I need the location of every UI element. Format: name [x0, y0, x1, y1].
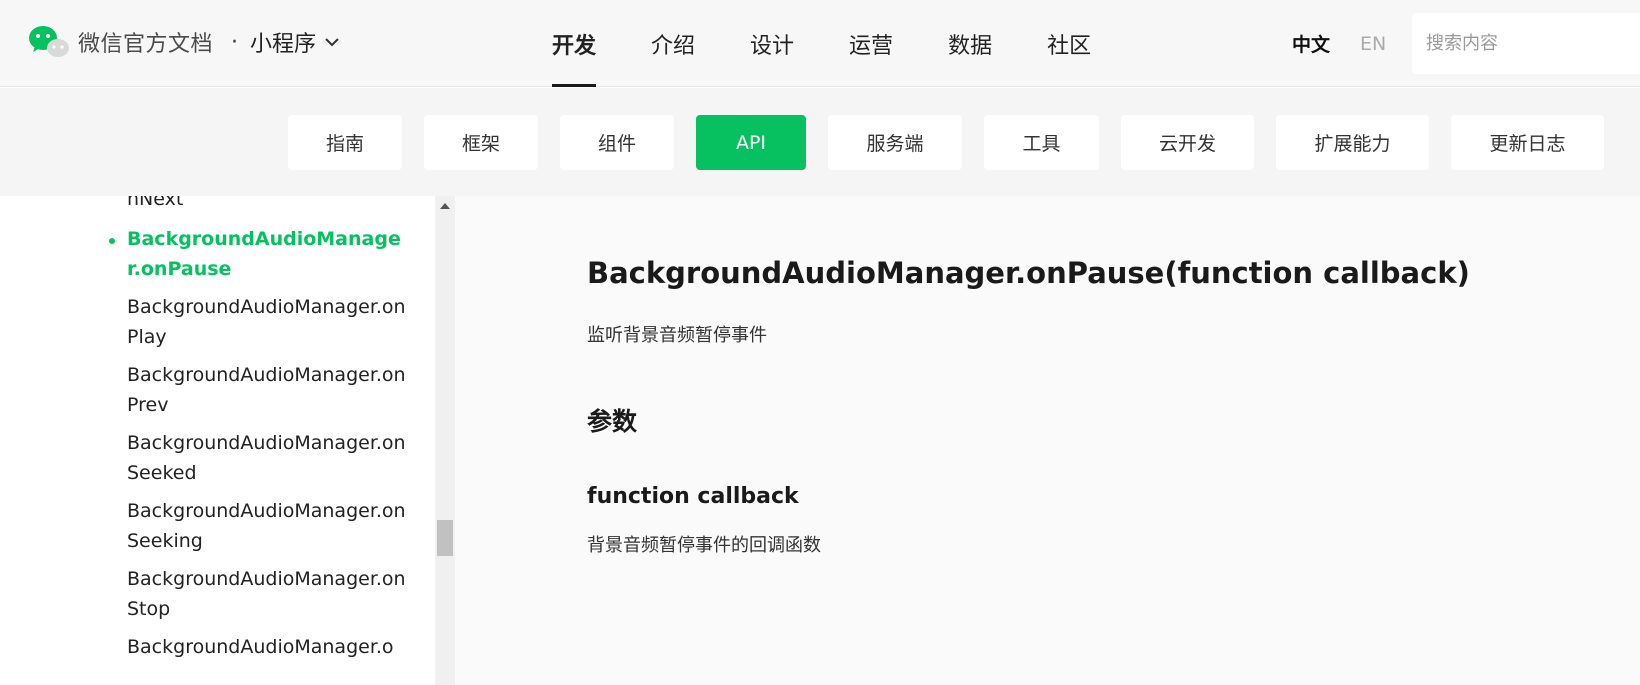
subnav-guide[interactable]: 指南 — [288, 115, 402, 170]
sidebar-item-onnext[interactable]: nNext — [127, 196, 407, 214]
subnav-changelog[interactable]: 更新日志 — [1451, 115, 1604, 170]
subnav-framework[interactable]: 框架 — [424, 115, 538, 170]
sidebar-item-onpause[interactable]: BackgroundAudioManager.onPause — [127, 224, 407, 284]
sidebar-item-onprev[interactable]: BackgroundAudioManager.onPrev — [127, 360, 407, 420]
sub-nav: 指南 框架 组件 API 服务端 工具 云开发 扩展能力 更新日志 — [288, 115, 1604, 170]
nav-develop[interactable]: 开发 — [552, 0, 597, 87]
subnav-components[interactable]: 组件 — [560, 115, 674, 170]
sidebar-item-onseeking[interactable]: BackgroundAudioManager.onSeeking — [127, 496, 407, 556]
page-title: BackgroundAudioManager.onPause(function … — [587, 256, 1470, 290]
sub-nav-bar: 指南 框架 组件 API 服务端 工具 云开发 扩展能力 更新日志 — [0, 88, 1640, 196]
subnav-cloud[interactable]: 云开发 — [1121, 115, 1254, 170]
subnav-tools[interactable]: 工具 — [984, 115, 1099, 170]
subnav-extensions[interactable]: 扩展能力 — [1276, 115, 1429, 170]
lang-english-link[interactable]: EN — [1360, 33, 1386, 55]
active-bullet-icon — [109, 238, 115, 244]
sidebar-scrollbar[interactable] — [435, 196, 455, 685]
nav-intro[interactable]: 介绍 — [651, 0, 695, 87]
language-switch: 中文 EN — [1292, 30, 1386, 57]
top-header: 微信官方文档 · 小程序 开发 介绍 设计 运营 数据 社区 中文 EN — [0, 0, 1640, 87]
brand-title: 微信官方文档 — [78, 32, 214, 57]
search-input[interactable] — [1412, 13, 1640, 74]
doc-content: BackgroundAudioManager.onPause(function … — [455, 196, 1640, 685]
product-label: 小程序 — [250, 32, 317, 57]
main-nav: 开发 介绍 设计 运营 数据 社区 — [552, 0, 1146, 87]
chevron-down-icon — [325, 38, 339, 47]
params-heading: 参数 — [587, 407, 638, 436]
nav-community[interactable]: 社区 — [1047, 0, 1091, 87]
subnav-api[interactable]: API — [696, 115, 806, 170]
product-dropdown[interactable]: 小程序 — [250, 26, 340, 58]
api-description: 监听背景音频暂停事件 — [587, 325, 767, 346]
brand-separator: · — [231, 29, 239, 55]
sidebar-item-next[interactable]: BackgroundAudioManager.o — [127, 632, 407, 662]
sidebar-item-onplay[interactable]: BackgroundAudioManager.onPlay — [127, 292, 407, 352]
nav-data[interactable]: 数据 — [948, 0, 992, 87]
param-description: 背景音频暂停事件的回调函数 — [587, 535, 821, 556]
scrollbar-thumb[interactable] — [437, 520, 453, 556]
subnav-server[interactable]: 服务端 — [828, 115, 962, 170]
brand-area[interactable]: 微信官方文档 · 小程序 — [28, 24, 340, 60]
scroll-up-arrow-icon[interactable] — [435, 198, 455, 214]
sidebar-item-onseeked[interactable]: BackgroundAudioManager.onSeeked — [127, 428, 407, 488]
param-name: function callback — [587, 484, 799, 509]
sidebar-item-onstop[interactable]: BackgroundAudioManager.onStop — [127, 564, 407, 624]
nav-operation[interactable]: 运营 — [849, 0, 893, 87]
lang-chinese-link[interactable]: 中文 — [1292, 30, 1330, 57]
wechat-logo-icon — [29, 26, 69, 57]
sidebar: nNext BackgroundAudioManager.onPause Bac… — [0, 196, 455, 685]
nav-design[interactable]: 设计 — [750, 0, 794, 87]
